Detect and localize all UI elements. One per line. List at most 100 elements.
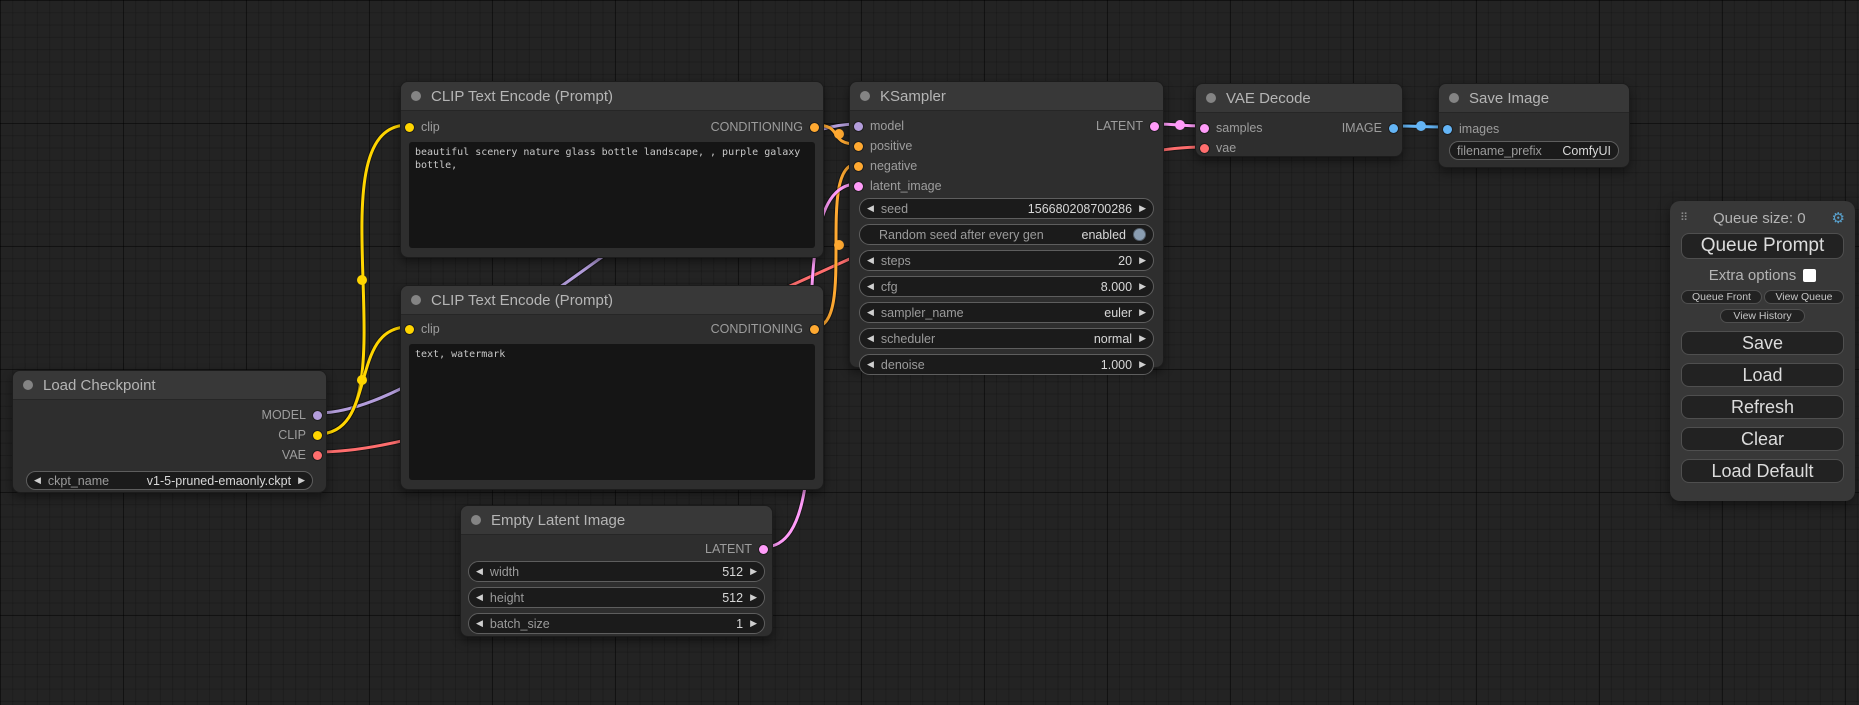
increment-arrow-icon[interactable]: ▶ — [1139, 308, 1146, 317]
widget-value: 156680208700286 — [1028, 202, 1132, 216]
widget-value: 8.000 — [1101, 280, 1132, 294]
increment-arrow-icon[interactable]: ▶ — [1139, 282, 1146, 291]
node-clip-text-encode-negative[interactable]: CLIP Text Encode (Prompt) clip CONDITION… — [400, 285, 824, 490]
input-label: latent_image — [870, 179, 942, 193]
input-slot-clip[interactable] — [405, 325, 414, 334]
queue-front-button[interactable]: Queue Front — [1681, 290, 1762, 304]
node-title: CLIP Text Encode (Prompt) — [431, 88, 613, 105]
node-ksampler[interactable]: KSampler model LATENT positive negative … — [849, 81, 1164, 368]
collapse-dot-icon[interactable] — [23, 380, 33, 390]
input-slot-positive[interactable] — [854, 142, 863, 151]
increment-arrow-icon[interactable]: ▶ — [750, 619, 757, 628]
increment-arrow-icon[interactable]: ▶ — [1139, 204, 1146, 213]
input-label: samples — [1216, 121, 1263, 135]
widget-steps[interactable]: ◀ steps 20 ▶ — [859, 250, 1154, 271]
collapse-dot-icon[interactable] — [1449, 93, 1459, 103]
widget-filename-prefix[interactable]: filename_prefix ComfyUI — [1449, 141, 1619, 160]
collapse-dot-icon[interactable] — [860, 91, 870, 101]
decrement-arrow-icon[interactable]: ◀ — [476, 567, 483, 576]
increment-arrow-icon[interactable]: ▶ — [298, 476, 305, 485]
increment-arrow-icon[interactable]: ▶ — [1139, 334, 1146, 343]
node-header[interactable]: Save Image — [1439, 84, 1629, 113]
output-slot-conditioning[interactable] — [810, 325, 819, 334]
node-header[interactable]: Load Checkpoint — [13, 371, 326, 400]
increment-arrow-icon[interactable]: ▶ — [1139, 256, 1146, 265]
input-slot-samples[interactable] — [1200, 124, 1209, 133]
input-slot-latent-image[interactable] — [854, 182, 863, 191]
widget-sampler-name[interactable]: ◀ sampler_name euler ▶ — [859, 302, 1154, 323]
widget-denoise[interactable]: ◀ denoise 1.000 ▶ — [859, 354, 1154, 375]
output-slot-latent[interactable] — [1150, 122, 1159, 131]
node-header[interactable]: KSampler — [850, 82, 1163, 111]
output-slot-conditioning[interactable] — [810, 123, 819, 132]
increment-arrow-icon[interactable]: ▶ — [750, 567, 757, 576]
decrement-arrow-icon[interactable]: ◀ — [867, 282, 874, 291]
widget-label: batch_size — [490, 617, 550, 631]
clear-button[interactable]: Clear — [1681, 427, 1844, 451]
view-queue-button[interactable]: View Queue — [1764, 290, 1844, 304]
decrement-arrow-icon[interactable]: ◀ — [867, 360, 874, 369]
node-empty-latent-image[interactable]: Empty Latent Image LATENT ◀ width 512 ▶ … — [460, 505, 773, 637]
input-slot-vae[interactable] — [1200, 144, 1209, 153]
widget-cfg[interactable]: ◀ cfg 8.000 ▶ — [859, 276, 1154, 297]
decrement-arrow-icon[interactable]: ◀ — [34, 476, 41, 485]
widget-value: 20 — [1118, 254, 1132, 268]
prompt-textarea[interactable]: beautiful scenery nature glass bottle la… — [409, 142, 815, 248]
queue-panel: ⠿ Queue size: 0 ⚙ Queue Prompt Extra opt… — [1670, 201, 1855, 501]
widget-batch-size[interactable]: ◀ batch_size 1 ▶ — [468, 613, 765, 634]
output-slot-model[interactable] — [313, 411, 322, 420]
prompt-textarea[interactable]: text, watermark — [409, 344, 815, 480]
load-default-button[interactable]: Load Default — [1681, 459, 1844, 483]
input-slot-clip[interactable] — [405, 123, 414, 132]
save-button[interactable]: Save — [1681, 331, 1844, 355]
decrement-arrow-icon[interactable]: ◀ — [867, 204, 874, 213]
node-clip-text-encode-positive[interactable]: CLIP Text Encode (Prompt) clip CONDITION… — [400, 81, 824, 258]
widget-seed[interactable]: ◀ seed 156680208700286 ▶ — [859, 198, 1154, 219]
decrement-arrow-icon[interactable]: ◀ — [867, 334, 874, 343]
decrement-arrow-icon[interactable]: ◀ — [867, 308, 874, 317]
input-label: clip — [421, 322, 440, 336]
toggle-on-icon[interactable] — [1133, 228, 1146, 241]
output-slot-image[interactable] — [1389, 124, 1398, 133]
node-header[interactable]: Empty Latent Image — [461, 506, 772, 535]
decrement-arrow-icon[interactable]: ◀ — [476, 593, 483, 602]
view-history-button[interactable]: View History — [1720, 309, 1805, 323]
comfyui-canvas[interactable]: { "colors": { "model": "#B39DDB", "clip"… — [0, 0, 1859, 705]
drag-handle-icon[interactable]: ⠿ — [1680, 213, 1687, 224]
node-header[interactable]: CLIP Text Encode (Prompt) — [401, 286, 823, 315]
widget-scheduler[interactable]: ◀ scheduler normal ▶ — [859, 328, 1154, 349]
collapse-dot-icon[interactable] — [1206, 93, 1216, 103]
widget-value: euler — [1104, 306, 1132, 320]
output-slot-clip[interactable] — [313, 431, 322, 440]
settings-gear-icon[interactable]: ⚙ — [1832, 211, 1845, 226]
collapse-dot-icon[interactable] — [471, 515, 481, 525]
widget-ckpt-name[interactable]: ◀ ckpt_name v1-5-pruned-emaonly.ckpt ▶ — [26, 471, 313, 490]
collapse-dot-icon[interactable] — [411, 295, 421, 305]
refresh-button[interactable]: Refresh — [1681, 395, 1844, 419]
collapse-dot-icon[interactable] — [411, 91, 421, 101]
decrement-arrow-icon[interactable]: ◀ — [476, 619, 483, 628]
widget-random-seed[interactable]: Random seed after every gen enabled — [859, 224, 1154, 245]
increment-arrow-icon[interactable]: ▶ — [1139, 360, 1146, 369]
node-header[interactable]: VAE Decode — [1196, 84, 1402, 113]
widget-width[interactable]: ◀ width 512 ▶ — [468, 561, 765, 582]
input-slot-model[interactable] — [854, 122, 863, 131]
queue-prompt-button[interactable]: Queue Prompt — [1681, 233, 1844, 259]
input-slot-negative[interactable] — [854, 162, 863, 171]
widget-height[interactable]: ◀ height 512 ▶ — [468, 587, 765, 608]
queue-size-label: Queue size: 0 — [1687, 210, 1831, 227]
output-label: CONDITIONING — [711, 322, 803, 336]
node-save-image[interactable]: Save Image images filename_prefix ComfyU… — [1438, 83, 1630, 168]
extra-options-checkbox[interactable] — [1803, 269, 1816, 282]
output-slot-vae[interactable] — [313, 451, 322, 460]
widget-value: 512 — [722, 565, 743, 579]
increment-arrow-icon[interactable]: ▶ — [750, 593, 757, 602]
node-load-checkpoint[interactable]: Load Checkpoint MODEL CLIP VAE ◀ ckpt_na… — [12, 370, 327, 493]
node-header[interactable]: CLIP Text Encode (Prompt) — [401, 82, 823, 111]
node-vae-decode[interactable]: VAE Decode samples IMAGE vae — [1195, 83, 1403, 157]
load-button[interactable]: Load — [1681, 363, 1844, 387]
decrement-arrow-icon[interactable]: ◀ — [867, 256, 874, 265]
widget-value: normal — [1094, 332, 1132, 346]
output-slot-latent[interactable] — [759, 545, 768, 554]
input-slot-images[interactable] — [1443, 125, 1452, 134]
